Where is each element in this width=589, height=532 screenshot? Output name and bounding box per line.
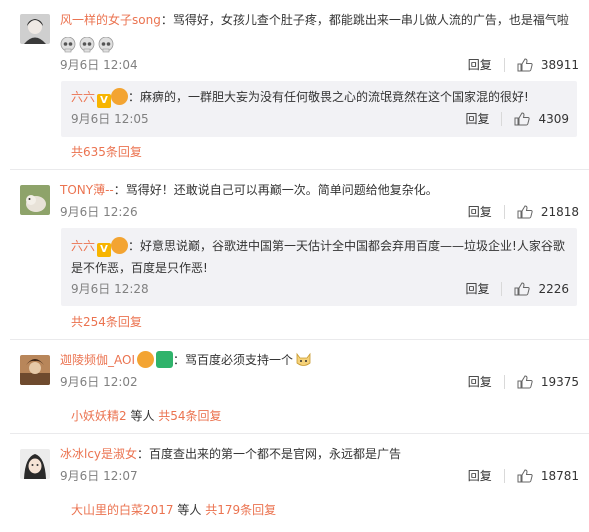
more-replies-mid: 等人	[126, 409, 159, 423]
reply-button[interactable]: 回复	[468, 57, 492, 73]
more-replies-row: 大山里的白菜2017 等人 共179条回复	[71, 502, 276, 518]
divider	[501, 112, 503, 126]
username-link[interactable]: TONY薄--	[60, 183, 114, 197]
thumbs-up-icon[interactable]	[517, 469, 533, 483]
reply-box: 六六 V ：麻痹的，一群胆大妄为没有任何敬畏之心的流氓竟然在这个国家混的很好! 9月…	[61, 81, 577, 137]
avatar[interactable]	[20, 355, 50, 385]
username-link[interactable]: 风一样的女子song	[60, 13, 161, 27]
thumbs-up-icon[interactable]	[514, 282, 531, 296]
username-link[interactable]: 六六	[71, 239, 95, 253]
thumbs-up-icon[interactable]	[517, 375, 533, 389]
timestamp: 9月6日 12:04	[60, 58, 138, 72]
reply-button[interactable]: 回复	[468, 374, 492, 390]
more-replies-link[interactable]: 共179条回复	[205, 503, 276, 517]
comment-line: TONY薄--：骂得好！还敢说自己可以再巅一次。简单问题给他复杂化。	[60, 181, 438, 199]
reply-button[interactable]: 回复	[465, 111, 489, 127]
comment-line: 冰冰lcy是淑女：百度查出来的第一个都不是官网，永远都是广告	[60, 445, 401, 463]
timestamp: 9月6日 12:02	[60, 375, 138, 389]
member-emoji-icon	[155, 351, 173, 368]
comment-text: ：骂得好！还敢说自己可以再巅一次。简单问题给他复杂化。	[113, 183, 438, 197]
separator	[10, 433, 589, 434]
like-count: 19375	[540, 375, 579, 389]
reply-text: ：好意思说巅，谷歌进中国第一天估计全中国都会弃用百度——垃圾企业!人家谷歌是不作…	[71, 239, 565, 275]
avatar[interactable]	[20, 14, 50, 44]
comment-actions: 回复 18781	[468, 468, 579, 484]
reply-actions: 回复 4309	[465, 111, 569, 127]
comment-text: ：百度查出来的第一个都不是官网，永远都是广告	[137, 447, 402, 461]
reply-button[interactable]: 回复	[468, 204, 492, 220]
reply-button[interactable]: 回复	[468, 468, 492, 484]
reply-text: ：麻痹的，一群胆大妄为没有任何敬畏之心的流氓竟然在这个国家混的很好!	[128, 90, 529, 104]
comment-line: 风一样的女子song：骂得好，女孩儿查个肚子疼，都能跳出来一串儿做人流的广告，也…	[60, 11, 569, 29]
thumbs-up-icon[interactable]	[517, 205, 533, 219]
vip-emoji-icon	[111, 237, 129, 254]
skull-emoji-icon	[60, 36, 76, 52]
more-replies-mid: 等人	[173, 503, 206, 517]
comment-actions: 回复 21818	[468, 204, 579, 220]
thumbs-up-icon[interactable]	[517, 58, 533, 72]
replier-link[interactable]: 大山里的白菜2017	[71, 503, 174, 517]
avatar[interactable]	[20, 449, 50, 479]
thumbs-up-icon[interactable]	[514, 112, 531, 126]
skull-emoji-icon	[98, 36, 114, 52]
username-link[interactable]: 六六	[71, 90, 95, 104]
skull-emoji-icon	[79, 36, 95, 52]
divider	[503, 375, 505, 389]
like-count: 2226	[538, 282, 569, 296]
username-link[interactable]: 冰冰lcy是淑女	[60, 447, 137, 461]
username-link[interactable]: 迦陵频伽_AOI	[60, 353, 135, 367]
reply-button[interactable]: 回复	[465, 281, 489, 297]
verified-badge: V	[97, 243, 112, 257]
reply-box: 六六 V ：好意思说巅，谷歌进中国第一天估计全中国都会弃用百度——垃圾企业!人家谷歌…	[61, 228, 577, 306]
comment-text: ：骂百度必须支持一个	[172, 353, 293, 367]
divider	[503, 58, 505, 72]
comment-actions: 回复 38911	[468, 57, 579, 73]
separator	[10, 339, 589, 340]
cat-emoji-icon	[296, 352, 311, 366]
like-count: 18781	[540, 469, 579, 483]
timestamp: 9月6日 12:28	[71, 282, 149, 296]
vip-emoji-icon	[136, 351, 154, 368]
divider	[501, 282, 503, 296]
vip-emoji-icon	[111, 88, 129, 105]
timestamp: 9月6日 12:05	[71, 112, 149, 126]
comment-text: ：骂得好，女孩儿查个肚子疼，都能跳出来一串儿做人流的广告，也是福气啦	[160, 13, 569, 27]
reply-line: 六六 V ：好意思说巅，谷歌进中国第一天估计全中国都会弃用百度——垃圾企业!人家谷歌…	[71, 235, 571, 279]
more-replies-link[interactable]: 共635条回复	[71, 144, 142, 160]
avatar[interactable]	[20, 185, 50, 215]
comment-actions: 回复 19375	[468, 374, 579, 390]
more-replies-link[interactable]: 共254条回复	[71, 314, 142, 330]
separator	[10, 169, 589, 170]
timestamp: 9月6日 12:07	[60, 469, 138, 483]
replier-link[interactable]: 小妖妖精2	[71, 409, 127, 423]
comment-line: 迦陵频伽_AOI ：骂百度必须支持一个	[60, 351, 312, 369]
like-count: 38911	[540, 58, 579, 72]
more-replies-link[interactable]: 共54条回复	[158, 409, 221, 423]
divider	[503, 205, 505, 219]
like-count: 4309	[538, 112, 569, 126]
reply-actions: 回复 2226	[465, 281, 569, 297]
more-replies-row: 小妖妖精2 等人 共54条回复	[71, 408, 222, 424]
divider	[503, 469, 505, 483]
emoji-row	[60, 35, 117, 53]
like-count: 21818	[540, 205, 579, 219]
timestamp: 9月6日 12:26	[60, 205, 138, 219]
verified-badge: V	[97, 94, 112, 108]
reply-line: 六六 V ：麻痹的，一群胆大妄为没有任何敬畏之心的流氓竟然在这个国家混的很好!	[71, 88, 529, 108]
